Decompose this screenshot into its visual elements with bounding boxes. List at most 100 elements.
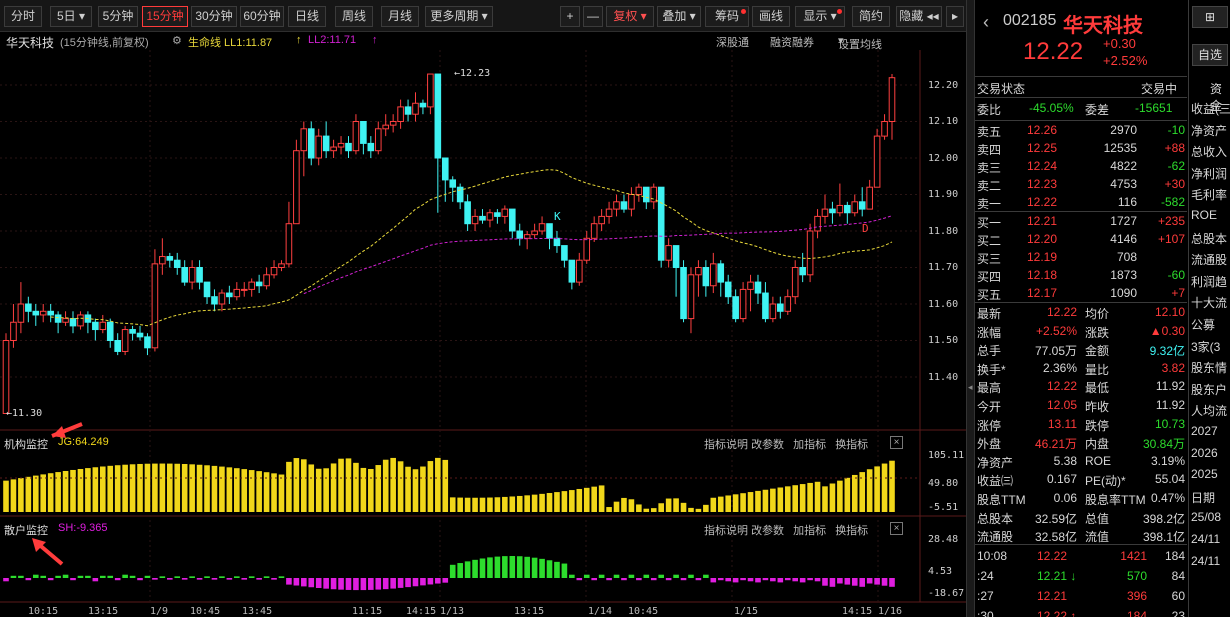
jg-bar bbox=[829, 483, 836, 512]
tick-time: :27 bbox=[977, 589, 994, 603]
f10-item[interactable]: 毛利率 bbox=[1191, 186, 1227, 203]
chips-button[interactable]: 筹码 bbox=[705, 6, 749, 27]
f10-item[interactable]: 十大流 bbox=[1191, 294, 1227, 311]
fullscreen-button[interactable]: ⊞ bbox=[1192, 6, 1228, 28]
jg-bar bbox=[70, 469, 76, 512]
jg-bar bbox=[278, 474, 285, 512]
tab-monthly[interactable]: 月线 bbox=[381, 6, 419, 27]
tab-intraday[interactable]: 分时 bbox=[4, 6, 42, 27]
ma-settings-dropdown[interactable]: 设置均线 ▾ bbox=[838, 34, 882, 51]
sh-bar bbox=[420, 578, 426, 586]
sh-bar bbox=[278, 576, 285, 578]
sh-bar bbox=[576, 578, 583, 581]
f10-item[interactable]: 股东情 bbox=[1191, 359, 1227, 376]
f10-item[interactable]: 股东户 bbox=[1191, 381, 1227, 398]
switch-indicator-link[interactable]: 换指标 bbox=[835, 439, 868, 451]
f10-item[interactable]: 24/11 bbox=[1191, 532, 1220, 546]
add-indicator-link[interactable]: 加指标 bbox=[793, 439, 826, 451]
sh-bar bbox=[479, 558, 486, 578]
zoom-out-button[interactable]: — bbox=[583, 6, 603, 27]
indicator-help-link[interactable]: 指标说明 bbox=[704, 525, 748, 537]
f10-item[interactable]: 公募 bbox=[1191, 316, 1215, 333]
tab-5day[interactable]: 5日 ▾ bbox=[50, 6, 92, 27]
f10-item[interactable]: ROE bbox=[1191, 208, 1217, 222]
panel-splitter[interactable]: ◂ bbox=[966, 0, 975, 617]
ask-label: 卖一 bbox=[977, 197, 1002, 211]
candle-body bbox=[762, 292, 769, 320]
tab-30min[interactable]: 30分钟 bbox=[191, 6, 237, 27]
link-hk-connect[interactable]: 深股通 bbox=[716, 34, 749, 50]
link-margin[interactable]: 融资融券 bbox=[770, 34, 814, 50]
jg-bar bbox=[621, 497, 627, 512]
f10-item[interactable]: 2027 bbox=[1191, 424, 1218, 438]
close-icon[interactable]: × bbox=[890, 522, 903, 535]
add-watchlist-button[interactable]: 自选 bbox=[1192, 44, 1228, 66]
zoom-in-button[interactable]: + bbox=[560, 6, 580, 27]
tab-5min[interactable]: 5分钟 bbox=[98, 6, 138, 27]
jg-bar bbox=[181, 463, 188, 512]
tab-daily[interactable]: 日线 bbox=[288, 6, 326, 27]
stat-value: 77.05万 bbox=[1034, 344, 1077, 359]
y-tick: 12.00 bbox=[928, 153, 959, 164]
tick-time: 10:08 bbox=[977, 549, 1008, 563]
edit-params-link[interactable]: 改参数 bbox=[751, 439, 784, 451]
f10-item[interactable]: 收益(三 bbox=[1191, 100, 1230, 117]
f10-item[interactable]: 24/11 bbox=[1191, 554, 1220, 568]
adjust-dropdown[interactable]: 复权 ▾ bbox=[606, 6, 654, 27]
hide-button[interactable]: 隐藏 ◂◂ bbox=[896, 6, 942, 27]
jg-bar bbox=[464, 497, 471, 512]
f10-item[interactable]: 流通股 bbox=[1191, 251, 1227, 268]
overlay-dropdown[interactable]: 叠加 ▾ bbox=[657, 6, 701, 27]
jg-bar bbox=[315, 468, 322, 512]
ma-ll2: LL2:11.71 bbox=[308, 34, 357, 46]
gear-icon[interactable]: ⚙ bbox=[172, 34, 182, 47]
f10-item[interactable]: 3家(3 bbox=[1191, 338, 1220, 355]
jg-bar bbox=[308, 464, 315, 512]
f10-item[interactable]: 净利润 bbox=[1191, 165, 1227, 182]
jg-bar bbox=[368, 468, 374, 512]
candle-body bbox=[650, 186, 658, 203]
add-indicator-link[interactable]: 加指标 bbox=[793, 525, 826, 537]
sh-bar bbox=[360, 578, 367, 591]
draw-line-button[interactable]: 画线 bbox=[752, 6, 790, 27]
sh-bar bbox=[286, 578, 292, 585]
bid-volume: 1727 bbox=[1110, 214, 1137, 228]
candle-body bbox=[531, 230, 538, 236]
candle-body bbox=[263, 274, 270, 287]
tab-weekly[interactable]: 周线 bbox=[335, 6, 373, 27]
candle-body bbox=[739, 288, 747, 320]
ma-ll1: 生命线 LL1:11.87 bbox=[188, 37, 273, 49]
f10-item[interactable]: 2025 bbox=[1191, 467, 1218, 481]
jg-bar bbox=[174, 463, 181, 512]
display-dropdown[interactable]: 显示 ▾ bbox=[795, 6, 845, 27]
bid-change: +107 bbox=[1157, 232, 1185, 246]
f10-item[interactable]: 25/08 bbox=[1191, 510, 1221, 524]
simple-mode-button[interactable]: 简约 bbox=[852, 6, 890, 27]
jg-bar bbox=[554, 492, 560, 512]
sh-bar bbox=[368, 578, 374, 590]
sh-bar bbox=[725, 578, 732, 582]
up-arrow-icon: ↑ bbox=[296, 34, 302, 46]
tab-15min[interactable]: 15分钟 bbox=[142, 6, 188, 27]
ask-row: 卖四 12.25 12535 +88 bbox=[975, 140, 1187, 158]
candle-body bbox=[427, 73, 434, 108]
more-periods-dropdown[interactable]: 更多周期 ▾ bbox=[425, 6, 493, 27]
tab-60min[interactable]: 60分钟 bbox=[240, 6, 284, 27]
f10-item[interactable]: 2026 bbox=[1191, 446, 1218, 460]
f10-item[interactable]: 利润趋 bbox=[1191, 273, 1227, 290]
panel-toggle-button[interactable]: ▸ bbox=[946, 6, 964, 27]
sh-bar bbox=[241, 578, 248, 580]
f10-item[interactable]: 净资产 bbox=[1191, 122, 1227, 139]
indicator-help-link[interactable]: 指标说明 bbox=[704, 439, 748, 451]
candle-body bbox=[330, 146, 337, 152]
close-icon[interactable]: × bbox=[890, 436, 903, 449]
f10-item[interactable]: 人均流 bbox=[1191, 402, 1227, 419]
edit-params-link[interactable]: 改参数 bbox=[751, 525, 784, 537]
f10-item[interactable]: 总股本 bbox=[1191, 230, 1227, 247]
jg-bar bbox=[591, 486, 597, 512]
switch-indicator-link[interactable]: 换指标 bbox=[835, 525, 868, 537]
f10-item[interactable]: 总收入 bbox=[1191, 143, 1227, 160]
stat-row: 外盘 46.21万 内盘 30.84万 bbox=[975, 434, 1187, 452]
f10-item[interactable]: 日期 bbox=[1191, 489, 1215, 506]
back-arrow-icon[interactable]: ‹ bbox=[983, 12, 989, 33]
